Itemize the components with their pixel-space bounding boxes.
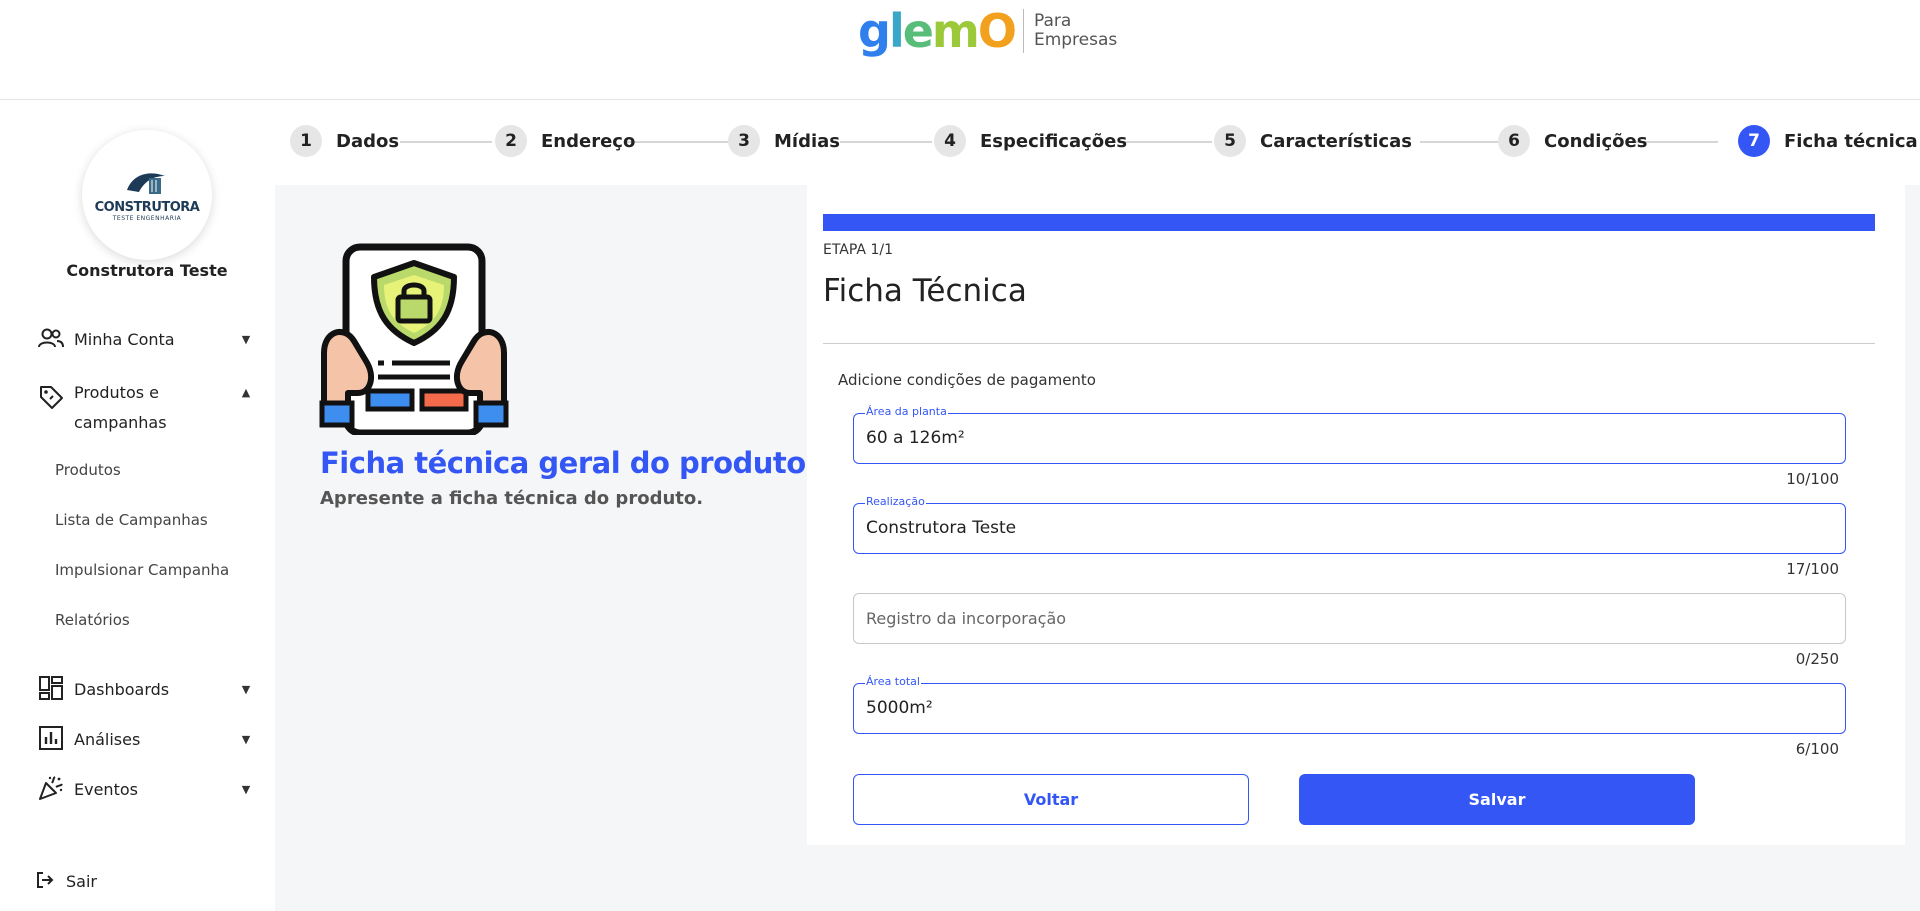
field-value: 5000m² — [866, 698, 933, 718]
char-counter: 17/100 — [1786, 560, 1839, 578]
registro-incorporacao-field[interactable]: Registro da incorporação — [853, 593, 1846, 644]
logo-sub-line-2: Empresas — [1033, 30, 1118, 50]
sidebar-item-dashboards[interactable]: Dashboards ▼ — [36, 675, 256, 705]
sidebar-item-minha-conta[interactable]: Minha Conta ▼ — [36, 325, 256, 355]
step-number-active: 7 — [1738, 125, 1770, 157]
char-counter: 0/250 — [1795, 650, 1839, 668]
step-number: 5 — [1214, 125, 1246, 157]
sidebar-item-label: Produtos e campanhas — [74, 383, 167, 432]
sidebar-subitem-impulsionar-campanha[interactable]: Impulsionar Campanha — [55, 561, 229, 579]
step-indicator: ETAPA 1/1 — [823, 242, 893, 258]
sidebar-item-label: Dashboards — [74, 680, 170, 699]
sidebar: CONSTRUTORA TESTE ENGENHARIA Construtora… — [0, 101, 275, 911]
chevron-down-icon: ▼ — [241, 733, 251, 746]
logo-separator — [1022, 9, 1024, 53]
chevron-down-icon: ▼ — [241, 333, 251, 346]
step-ficha-tecnica[interactable]: 7 Ficha técnica — [1738, 125, 1918, 157]
step-condicoes[interactable]: 6 Condições — [1498, 125, 1647, 157]
company-name: Construtora Teste — [66, 261, 228, 280]
sidebar-item-produtos-campanhas[interactable]: Produtos e campanhas ▲ — [36, 378, 256, 438]
sidebar-item-eventos[interactable]: Eventos ▼ — [36, 775, 256, 805]
sidebar-item-label: Análises — [74, 730, 141, 749]
step-number: 3 — [728, 125, 760, 157]
logo-sub-line-1: Para — [1033, 11, 1072, 31]
form-description: Adicione condições de pagamento — [838, 371, 1096, 389]
progress-bar — [823, 214, 1875, 231]
glemo-logo[interactable]: glemO Para Empresas — [858, 8, 1117, 54]
company-avatar[interactable]: CONSTRUTORA TESTE ENGENHARIA — [82, 130, 212, 260]
field-value: Construtora Teste — [866, 518, 1017, 538]
tag-icon — [36, 384, 66, 410]
document-security-illustration — [318, 243, 510, 437]
step-label: Dados — [336, 130, 400, 152]
step-label: Características — [1260, 130, 1412, 152]
step-caracteristicas[interactable]: 5 Características — [1214, 125, 1412, 157]
company-logo-icon — [127, 173, 165, 194]
realizacao-field[interactable]: Realização Construtora Teste — [853, 495, 1846, 554]
info-title: Ficha técnica geral do produto — [320, 446, 806, 480]
step-number: 2 — [495, 125, 527, 157]
step-connector — [1120, 141, 1212, 143]
form-card: ETAPA 1/1 Ficha Técnica Adicione condiçõ… — [807, 185, 1905, 845]
logout-icon — [36, 867, 58, 893]
step-connector — [840, 141, 932, 143]
sidebar-item-analises[interactable]: Análises ▼ — [36, 725, 256, 755]
party-popper-icon — [36, 775, 66, 801]
info-subtitle: Apresente a ficha técnica do produto. — [320, 488, 704, 509]
logout-label: Sair — [66, 872, 97, 891]
stepper: 1 Dados 2 Endereço 3 Mídias 4 Especifica… — [290, 125, 1918, 161]
step-label: Mídias — [774, 130, 840, 152]
sidebar-item-label: Eventos — [74, 780, 138, 799]
char-counter: 10/100 — [1786, 470, 1839, 488]
form-divider — [823, 343, 1875, 344]
top-header: glemO Para Empresas — [0, 0, 1920, 100]
chevron-up-icon: ▲ — [241, 386, 251, 399]
sidebar-item-label: Minha Conta — [74, 330, 175, 349]
form-title: Ficha Técnica — [823, 273, 1027, 309]
avatar-brand: CONSTRUTORA — [94, 200, 200, 215]
step-especificacoes[interactable]: 4 Especificações — [934, 125, 1127, 157]
step-midias[interactable]: 3 Mídias — [728, 125, 840, 157]
chevron-down-icon: ▼ — [241, 783, 251, 796]
char-counter: 6/100 — [1795, 740, 1839, 758]
step-dados[interactable]: 1 Dados — [290, 125, 399, 157]
chart-icon — [36, 725, 66, 751]
step-connector — [626, 141, 730, 143]
document-shield-icon — [319, 243, 509, 437]
dashboard-icon — [36, 675, 66, 701]
avatar-brand-sub: TESTE ENGENHARIA — [112, 215, 182, 222]
step-connector — [400, 141, 492, 143]
step-label: Especificações — [980, 130, 1128, 152]
step-number: 1 — [290, 125, 322, 157]
people-icon — [36, 325, 66, 351]
step-number: 4 — [934, 125, 966, 157]
back-button[interactable]: Voltar — [853, 774, 1249, 825]
area-total-field[interactable]: Área total 5000m² — [853, 675, 1846, 734]
field-value: 60 a 126m² — [866, 428, 965, 448]
save-button[interactable]: Salvar — [1299, 774, 1695, 825]
logo-wordmark: glemO — [858, 4, 1017, 58]
sidebar-subitem-relatorios[interactable]: Relatórios — [55, 611, 130, 629]
step-number: 6 — [1498, 125, 1530, 157]
area-planta-field[interactable]: Área da planta 60 a 126m² — [853, 405, 1846, 464]
sidebar-subitem-produtos[interactable]: Produtos — [55, 461, 121, 479]
field-placeholder: Registro da incorporação — [866, 609, 1067, 628]
step-endereco[interactable]: 2 Endereço — [495, 125, 635, 157]
step-label: Condições — [1544, 130, 1648, 152]
chevron-down-icon: ▼ — [241, 683, 251, 696]
sidebar-subitem-lista-campanhas[interactable]: Lista de Campanhas — [55, 511, 208, 529]
logout-button[interactable]: Sair — [36, 867, 256, 897]
step-label: Endereço — [541, 130, 636, 152]
step-label: Ficha técnica — [1784, 130, 1918, 152]
